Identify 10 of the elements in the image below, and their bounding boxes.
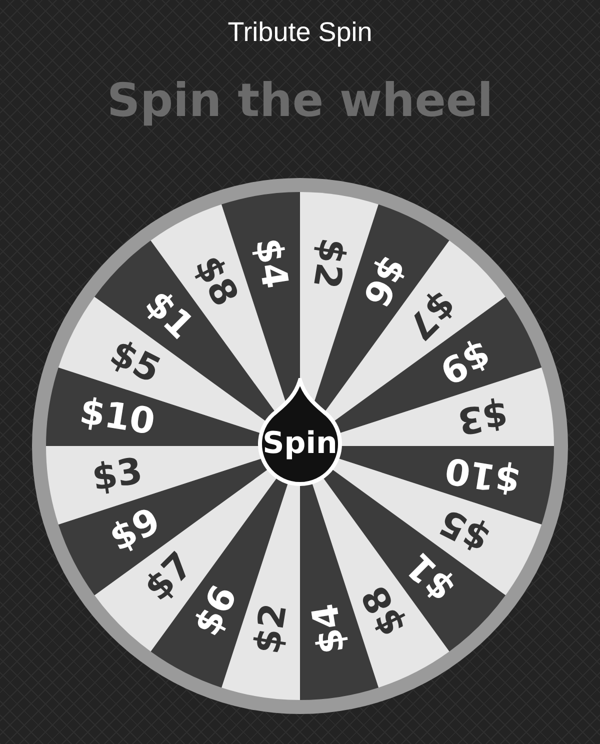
wheel-heading: Spin the wheel	[107, 72, 493, 128]
segment-label: $2	[304, 235, 354, 292]
segment-label: $4	[246, 235, 296, 292]
segment-label: $4	[304, 600, 354, 657]
segment-label: $10	[76, 390, 158, 444]
segment-label: $10	[442, 448, 524, 502]
app-title: Tribute Spin	[228, 16, 372, 49]
segment-label: $3	[454, 392, 511, 442]
segment-label: $3	[89, 450, 146, 500]
segment-label: $2	[246, 600, 296, 657]
